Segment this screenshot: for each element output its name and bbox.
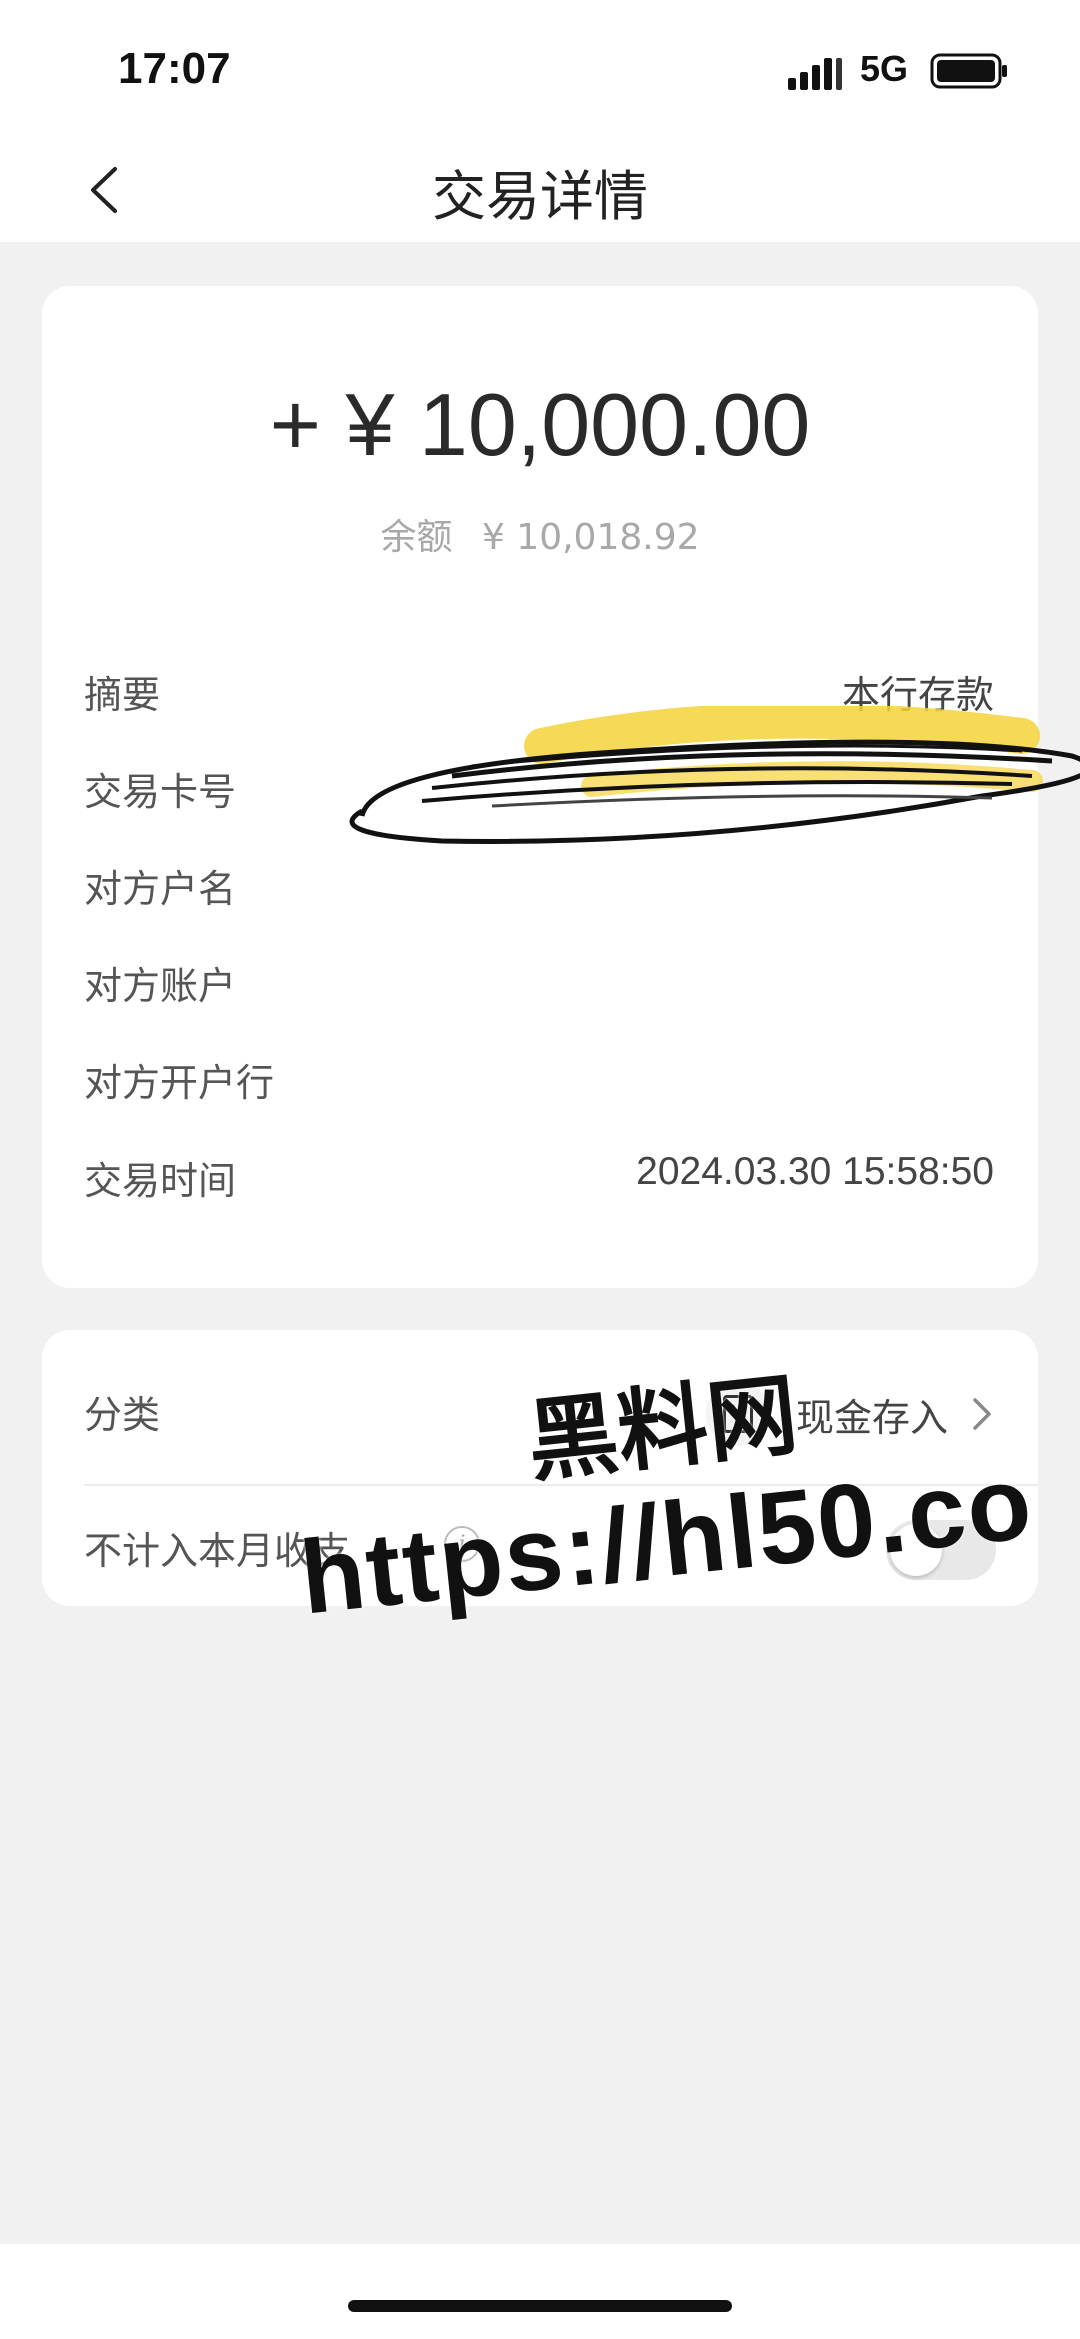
detail-row-time: 交易时间 2024.03.30 15:58:50 xyxy=(84,1150,994,1210)
exclude-row: 不计入本月收支 i xyxy=(84,1508,996,1584)
divider xyxy=(84,1484,1038,1486)
detail-key: 交易时间 xyxy=(84,1159,237,1203)
detail-key: 摘要 xyxy=(84,673,161,717)
detail-key: 对方账户 xyxy=(84,964,237,1008)
detail-key: 对方户名 xyxy=(84,867,237,911)
detail-value: 2024.03.30 15:58:50 xyxy=(636,1150,994,1193)
balance-value: ¥ 10,018.92 xyxy=(481,517,700,558)
cash-icon-symbol: ¥ xyxy=(722,1395,753,1433)
status-bar: 17:07 5G xyxy=(0,0,1080,140)
detail-row-card-number: 交易卡号 xyxy=(84,761,994,821)
balance-label: 余额 xyxy=(380,517,453,558)
detail-row-counterparty-bank: 对方开户行 xyxy=(84,1052,994,1112)
chevron-right-icon xyxy=(973,1398,991,1430)
transaction-card: + ¥ 10,000.00 余额 ¥ 10,018.92 摘要 本行存款 交易卡… xyxy=(42,286,1080,1288)
category-value: 现金存入 xyxy=(795,1395,948,1440)
transaction-amount: + ¥ 10,000.00 xyxy=(269,375,811,474)
category-card: 分类 ¥ 现金存入 不计入本月收支 i xyxy=(42,1330,1038,1606)
info-icon[interactable]: i xyxy=(444,1526,480,1562)
detail-row-counterparty-name: 对方户名 xyxy=(84,858,994,918)
exclude-toggle[interactable] xyxy=(886,1520,996,1580)
page-title: 交易详情 xyxy=(432,165,648,228)
toggle-knob xyxy=(890,1524,942,1576)
network-label: 5G xyxy=(860,48,909,89)
detail-row-summary: 摘要 本行存款 xyxy=(84,664,994,724)
signal-icon xyxy=(788,58,842,90)
category-row[interactable]: 分类 ¥ 现金存入 xyxy=(84,1376,994,1452)
home-indicator[interactable] xyxy=(348,2300,732,2312)
category-label: 分类 xyxy=(84,1393,161,1437)
battery-icon xyxy=(930,53,1007,89)
detail-key: 对方开户行 xyxy=(84,1061,275,1105)
category-selector[interactable]: ¥ 现金存入 xyxy=(705,1376,994,1452)
bottom-bar xyxy=(0,2244,1080,2339)
exclude-label: 不计入本月收支 xyxy=(84,1529,351,1573)
cash-icon: ¥ xyxy=(705,1382,770,1446)
balance-line: 余额 ¥ 10,018.92 xyxy=(42,508,1038,560)
detail-value: 本行存款 xyxy=(841,673,994,717)
status-time: 17:07 xyxy=(118,44,231,93)
nav-bar: 交易详情 xyxy=(0,140,1080,242)
detail-key: 交易卡号 xyxy=(84,770,237,814)
detail-row-counterparty-account: 对方账户 xyxy=(84,955,994,1015)
